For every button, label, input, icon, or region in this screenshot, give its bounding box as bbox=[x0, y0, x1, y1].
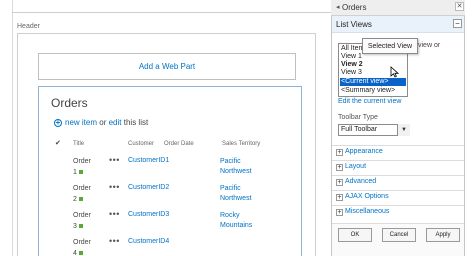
edit-list-link[interactable]: edit bbox=[109, 118, 122, 127]
new-badge-icon bbox=[78, 197, 83, 202]
collapse-arrow-icon[interactable]: ◂ bbox=[336, 3, 340, 11]
item-menu-ellipsis[interactable]: ••• bbox=[109, 236, 120, 246]
page-left-border bbox=[12, 0, 13, 256]
close-icon[interactable]: ✕ bbox=[455, 2, 464, 11]
tool-pane-title: Orders bbox=[342, 3, 367, 12]
category-label[interactable]: Advanced bbox=[345, 178, 376, 185]
order-title-line1[interactable]: Order bbox=[73, 210, 103, 221]
territory-link[interactable]: Pacific Northwest bbox=[220, 184, 252, 204]
expand-plus-icon[interactable]: + bbox=[336, 179, 343, 186]
page-top-border bbox=[12, 12, 332, 13]
territory-line2[interactable]: Northwest bbox=[220, 167, 252, 177]
toolbar-type-value[interactable]: Full Toolbar bbox=[341, 126, 377, 133]
category-label[interactable]: Layout bbox=[345, 163, 366, 170]
item-menu-ellipsis[interactable]: ••• bbox=[109, 182, 120, 192]
category-label[interactable]: AJAX Options bbox=[345, 193, 389, 200]
order-title-line1[interactable]: Order bbox=[73, 183, 103, 194]
zone-label: Header bbox=[17, 23, 40, 30]
list-views-section-label: List Views bbox=[336, 20, 372, 29]
territory-line1[interactable]: Pacific bbox=[220, 157, 252, 167]
view-or-text: view or bbox=[418, 42, 441, 49]
territory-link[interactable]: Pacific Northwest bbox=[220, 157, 252, 177]
plus-circle-icon[interactable]: + bbox=[54, 118, 62, 127]
selected-view-tooltip: Selected View bbox=[362, 38, 418, 54]
apply-button[interactable]: Apply bbox=[426, 228, 460, 242]
or-text: or bbox=[99, 118, 107, 127]
column-header-title[interactable]: Title bbox=[73, 141, 84, 147]
new-badge-icon bbox=[78, 224, 83, 229]
new-badge-icon bbox=[78, 170, 83, 175]
order-title-line2[interactable]: 4 bbox=[73, 250, 77, 256]
order-title-line1[interactable]: Order bbox=[73, 237, 103, 248]
column-header-order-date[interactable]: Order Date bbox=[164, 141, 194, 147]
order-title-line2[interactable]: 3 bbox=[73, 223, 77, 230]
expand-plus-icon[interactable]: + bbox=[336, 194, 343, 201]
customer-link[interactable]: CustomerID2 bbox=[128, 184, 169, 191]
view-option-selected[interactable]: <Current view> bbox=[340, 78, 406, 86]
chevron-down-icon[interactable]: ▼ bbox=[397, 124, 410, 136]
territory-link[interactable]: Rocky Mountains bbox=[220, 211, 252, 231]
this-list-text: this list bbox=[123, 118, 149, 127]
collapse-minus-icon[interactable]: − bbox=[453, 19, 462, 28]
mouse-cursor-icon bbox=[390, 66, 399, 78]
view-option[interactable]: View 1 bbox=[340, 53, 406, 61]
category-label[interactable]: Miscellaneous bbox=[345, 208, 389, 215]
new-item-line: + new item or edit this list bbox=[54, 118, 148, 127]
item-menu-ellipsis[interactable]: ••• bbox=[109, 209, 120, 219]
column-header-customer[interactable]: Customer bbox=[128, 141, 154, 147]
table-row-title[interactable]: Order 2 bbox=[73, 183, 103, 205]
order-title-line2[interactable]: 1 bbox=[73, 169, 77, 176]
expand-plus-icon[interactable]: + bbox=[336, 149, 343, 156]
ok-button[interactable]: OK bbox=[338, 228, 372, 242]
customer-link[interactable]: CustomerID3 bbox=[128, 211, 169, 218]
new-item-link[interactable]: new item bbox=[65, 118, 97, 127]
view-option[interactable]: <Summary view> bbox=[340, 87, 406, 95]
new-badge-icon bbox=[78, 251, 83, 256]
web-part-title: Orders bbox=[51, 96, 88, 110]
territory-line2[interactable]: Northwest bbox=[220, 194, 252, 204]
table-row-title[interactable]: Order 1 bbox=[73, 156, 103, 178]
territory-line1[interactable]: Rocky bbox=[220, 211, 252, 221]
order-title-line1[interactable]: Order bbox=[73, 156, 103, 167]
territory-line2[interactable]: Mountains bbox=[220, 221, 252, 231]
customer-link[interactable]: CustomerID4 bbox=[128, 238, 169, 245]
column-header-sales-territory[interactable]: Sales Territory bbox=[222, 141, 260, 147]
cancel-button[interactable]: Cancel bbox=[382, 228, 416, 242]
territory-line1[interactable]: Pacific bbox=[220, 184, 252, 194]
edit-current-view-link[interactable]: Edit the current view bbox=[338, 98, 401, 105]
customer-link[interactable]: CustomerID1 bbox=[128, 157, 169, 164]
expand-plus-icon[interactable]: + bbox=[336, 209, 343, 216]
expand-plus-icon[interactable]: + bbox=[336, 164, 343, 171]
table-row-title[interactable]: Order 3 bbox=[73, 210, 103, 232]
add-web-part-button[interactable]: Add a Web Part bbox=[38, 53, 296, 80]
order-title-line2[interactable]: 2 bbox=[73, 196, 77, 203]
select-all-check-icon[interactable]: ✔ bbox=[55, 139, 61, 147]
item-menu-ellipsis[interactable]: ••• bbox=[109, 155, 120, 165]
toolbar-type-label: Toolbar Type bbox=[338, 114, 378, 121]
table-row-title[interactable]: Order 4 bbox=[73, 237, 103, 256]
category-label[interactable]: Appearance bbox=[345, 148, 383, 155]
